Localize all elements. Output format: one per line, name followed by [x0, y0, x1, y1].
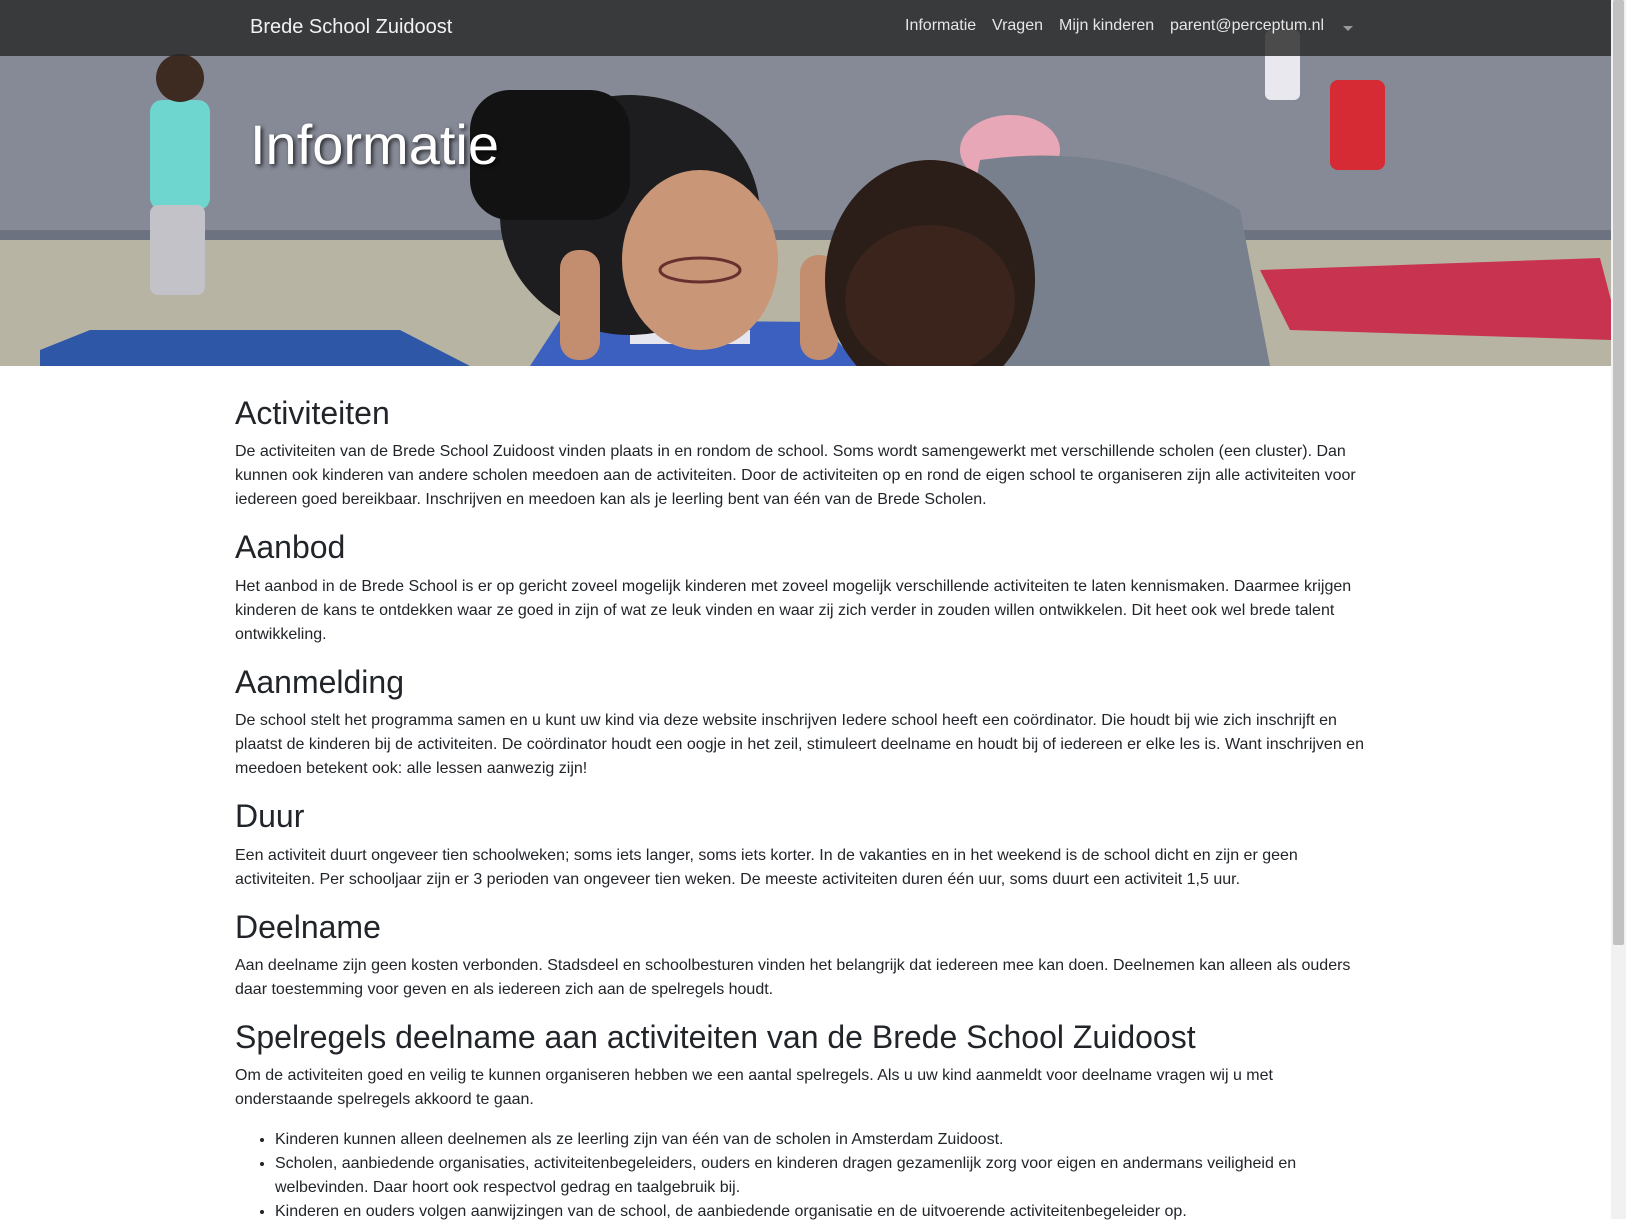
list-item: Kinderen en ouders volgen aanwijzingen v… [275, 1200, 1375, 1224]
rules-list: Kinderen kunnen alleen deelnemen als ze … [235, 1128, 1375, 1224]
section-text-aanmelding: De school stelt het programma samen en u… [235, 712, 1364, 778]
section-heading-spelregels: Spelregels deelname aan activiteiten van… [235, 1018, 1196, 1055]
page-title: Informatie [250, 113, 499, 176]
scrollbar-thumb[interactable] [1613, 0, 1624, 945]
caret-down-icon[interactable] [1343, 26, 1353, 31]
list-item: Kinderen kunnen alleen deelnemen als ze … [275, 1128, 1375, 1152]
section-heading-duur: Duur [235, 798, 305, 835]
section-text-deelname: Aan deelname zijn geen kosten verbonden.… [235, 956, 1351, 998]
section-text-duur: Een activiteit duurt ongeveer tien schoo… [235, 846, 1298, 888]
hero-banner: Brede School Zuidoost Informatie Vragen … [0, 0, 1611, 366]
section-heading-deelname: Deelname [235, 908, 381, 945]
section-text-activiteiten: De activiteiten van de Brede School Zuid… [235, 443, 1356, 509]
section-heading-activiteiten: Activiteiten [235, 395, 390, 431]
list-item: Scholen, aanbiedende organisaties, activ… [275, 1152, 1375, 1200]
section-heading-aanmelding: Aanmelding [235, 663, 404, 700]
nav-item-mijn-kinderen[interactable]: Mijn kinderen [1059, 17, 1154, 35]
section-text-spelregels: Om de activiteiten goed en veilig te kun… [235, 1067, 1273, 1109]
nav-item-informatie[interactable]: Informatie [905, 17, 976, 35]
section-text-aanbod: Het aanbod in de Brede School is er op g… [235, 577, 1352, 643]
nav-item-vragen[interactable]: Vragen [992, 17, 1043, 35]
page-scrollbar[interactable] [1611, 0, 1626, 1219]
brand-link[interactable]: Brede School Zuidoost [250, 16, 452, 39]
nav-item-user-email[interactable]: parent@perceptum.nl [1170, 17, 1324, 35]
top-navbar: Brede School Zuidoost Informatie Vragen … [0, 0, 1611, 56]
section-heading-aanbod: Aanbod [235, 529, 346, 566]
main-content: Activiteiten De activiteiten van de Bred… [235, 394, 1375, 1224]
